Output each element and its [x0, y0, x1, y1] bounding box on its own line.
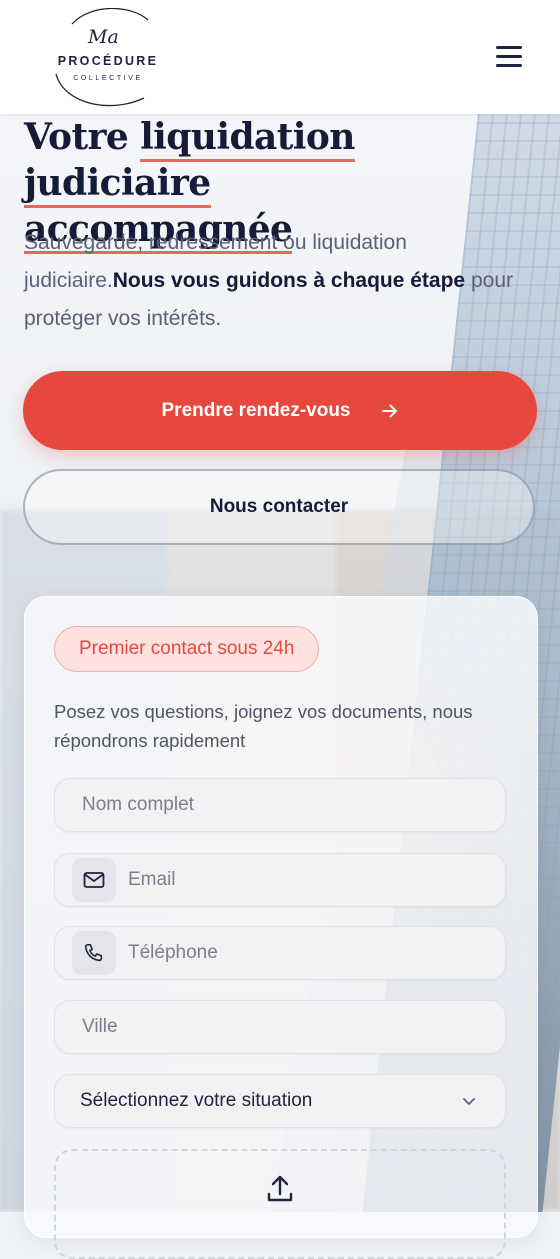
city-field[interactable] [80, 1015, 505, 1039]
phone-icon [72, 931, 116, 975]
book-appointment-label: Prendre rendez-vous [161, 399, 351, 421]
name-field[interactable] [80, 793, 505, 817]
site-header: Ma PROCÉDURE COLLECTIVE [0, 0, 560, 114]
book-appointment-button[interactable]: Prendre rendez-vous [23, 371, 537, 450]
logo-sub-text: COLLECTIVE [73, 75, 143, 82]
contact-form-card: Premier contact sous 24h Posez vos quest… [24, 596, 538, 1259]
form-intro: Posez vos questions, joignez vos documen… [54, 701, 473, 751]
contact-us-label: Nous contacter [209, 496, 349, 517]
city-field-wrapper [54, 1000, 506, 1054]
chevron-down-icon [463, 1098, 475, 1105]
hero-subtitle-bold: Nous vous guidons à chaque étape [112, 269, 466, 292]
arrow-right-icon [381, 404, 397, 417]
site-logo[interactable]: Ma PROCÉDURE COLLECTIVE [44, 8, 174, 108]
email-field-wrapper [54, 853, 506, 907]
file-upload-zone[interactable] [54, 1149, 506, 1259]
logo-script: Ma [88, 26, 119, 48]
badge-label: Premier contact sous 24h [79, 638, 295, 659]
contact-us-button[interactable]: Nous contacter [23, 469, 535, 545]
email-field[interactable] [126, 868, 505, 892]
mail-icon [72, 858, 116, 902]
upload-icon [267, 1175, 293, 1202]
hamburger-icon[interactable] [494, 44, 524, 70]
hero-title-part1: Votre [24, 116, 141, 158]
response-time-badge: Premier contact sous 24h [54, 626, 320, 672]
phone-field[interactable] [126, 941, 505, 965]
hero-subtitle: Sauvegarde, redressement ou liquidation … [24, 224, 534, 338]
situation-select-value: Sélectionnez votre situation [80, 1090, 313, 1111]
situation-select[interactable]: Sélectionnez votre situation [54, 1074, 506, 1128]
phone-field-wrapper [54, 926, 506, 980]
name-field-wrapper [54, 778, 506, 832]
logo-main-text: PROCÉDURE [57, 54, 159, 68]
